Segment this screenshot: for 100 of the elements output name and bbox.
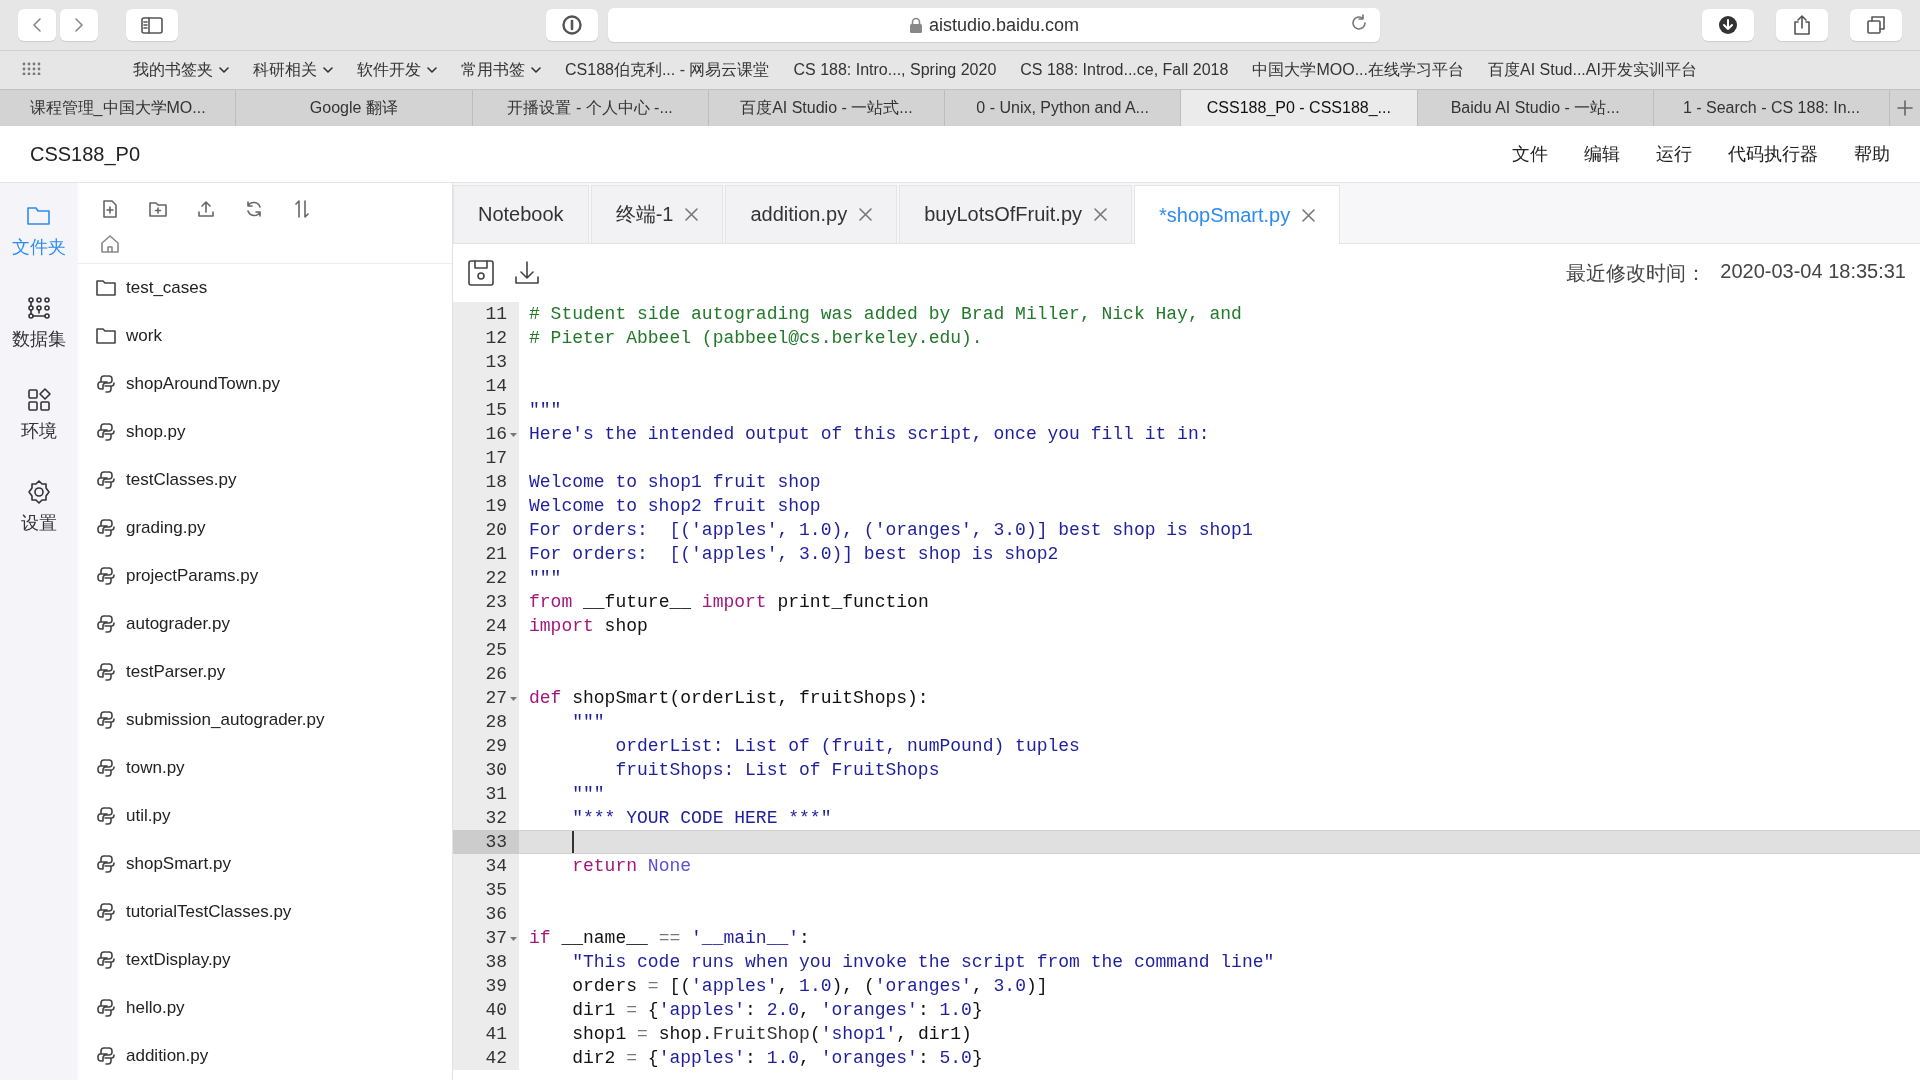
editor-tab[interactable]: buyLotsOfFruit.py	[899, 185, 1132, 243]
file-item[interactable]: grading.py	[78, 504, 452, 552]
apps-grid-icon[interactable]	[22, 62, 41, 75]
fold-arrow-icon[interactable]	[510, 433, 517, 437]
menu-item[interactable]: 编辑	[1548, 142, 1620, 166]
close-icon[interactable]	[1094, 208, 1107, 221]
project-title: CSS188_P0	[30, 142, 141, 166]
line-number: 38	[485, 952, 507, 972]
chevron-down-icon	[323, 66, 333, 74]
menu-item[interactable]: 帮助	[1818, 142, 1890, 166]
browser-tab[interactable]: CSS188_P0 - CSS188_...	[1181, 90, 1418, 126]
file-item[interactable]: shop.py	[78, 408, 452, 456]
download-button[interactable]	[1702, 9, 1754, 41]
line-number: 13	[485, 352, 507, 372]
upload-icon[interactable]	[196, 199, 216, 219]
file-item[interactable]: addition.py	[78, 1032, 452, 1080]
line-number: 39	[485, 976, 507, 996]
bookmark-folder[interactable]: 我的书签夹	[121, 59, 241, 81]
close-icon[interactable]	[685, 208, 699, 221]
editor-tab[interactable]: 终端-1	[590, 185, 724, 243]
code-line: shop1 = shop.FruitShop('shop1', dir1)	[571, 1024, 972, 1044]
editor-tab[interactable]: addition.py	[725, 185, 898, 243]
file-item[interactable]: projectParams.py	[78, 552, 452, 600]
reload-icon[interactable]	[1350, 13, 1368, 32]
tabs-icon	[1866, 15, 1886, 35]
file-item[interactable]: shopSmart.py	[78, 840, 452, 888]
line-number: 19	[485, 496, 507, 516]
dataset-icon	[26, 295, 52, 321]
refresh-icon[interactable]	[244, 199, 264, 219]
menu-item[interactable]: 文件	[1476, 142, 1548, 166]
line-number: 36	[485, 904, 507, 924]
bookmark-link[interactable]: 百度AI Stud...AI开发实训平台	[1475, 59, 1709, 81]
sidebar-tab[interactable]: 数据集	[4, 295, 74, 351]
tabs-overview-button[interactable]	[1850, 9, 1902, 41]
line-number: 35	[485, 880, 507, 900]
code-line: # Student side autograding was added by Brad Miller, Nick Hay, and	[529, 304, 1242, 324]
file-item[interactable]: testParser.py	[78, 648, 452, 696]
file-item[interactable]: util.py	[78, 792, 452, 840]
new-file-icon[interactable]	[100, 199, 120, 219]
grid-icon	[26, 387, 52, 413]
line-number: 26	[485, 664, 507, 684]
folder-icon	[96, 278, 116, 298]
file-item[interactable]: autograder.py	[78, 600, 452, 648]
code-line: # Pieter Abbeel (pabbeel@cs.berkeley.edu).	[529, 328, 983, 348]
home-icon[interactable]	[100, 234, 120, 254]
editor-tab[interactable]: Notebook	[453, 185, 589, 243]
code-line: """	[571, 712, 605, 732]
address-bar[interactable]: aistudio.baidu.com	[608, 8, 1380, 42]
close-icon[interactable]	[859, 208, 873, 221]
password-button[interactable]	[546, 9, 598, 41]
menu-item[interactable]: 运行	[1620, 142, 1692, 166]
close-icon[interactable]	[1302, 208, 1316, 222]
bookmark-link[interactable]: 中国大学MOO...在线学习平台	[1240, 59, 1476, 81]
file-item[interactable]: testClasses.py	[78, 456, 452, 504]
save-icon[interactable]	[467, 259, 495, 287]
file-item[interactable]: hello.py	[78, 984, 452, 1032]
share-button[interactable]	[1776, 9, 1828, 41]
password-icon	[562, 15, 582, 35]
menu-item[interactable]: 代码执行器	[1692, 142, 1818, 166]
line-number: 42	[485, 1048, 507, 1068]
fold-arrow-icon[interactable]	[510, 697, 517, 701]
python-file-icon	[96, 998, 116, 1018]
bookmark-folder[interactable]: 常用书签	[449, 59, 553, 81]
python-file-icon	[96, 614, 116, 634]
bookmark-folder[interactable]: 科研相关	[241, 59, 345, 81]
line-number: 23	[485, 592, 507, 612]
line-number: 37	[485, 928, 507, 948]
sidebar-tab[interactable]: 环境	[4, 387, 74, 443]
chevron-down-icon	[427, 66, 437, 74]
code-line: For orders: [('apples', 1.0), ('oranges', 3.0)] best shop is shop1	[529, 520, 1253, 540]
line-number: 20	[485, 520, 507, 540]
download-icon	[1718, 15, 1738, 35]
code-line: return None	[571, 856, 692, 876]
bookmark-folder[interactable]: 软件开发	[345, 59, 449, 81]
file-item[interactable]: work	[78, 312, 452, 360]
file-item[interactable]: tutorialTestClasses.py	[78, 888, 452, 936]
sort-icon[interactable]	[292, 199, 312, 219]
file-item[interactable]: submission_autograder.py	[78, 696, 452, 744]
line-number: 30	[485, 760, 507, 780]
bookmark-link[interactable]: CS188伯克利... - 网易云课堂	[553, 59, 782, 81]
python-file-icon	[96, 950, 116, 970]
sidebar-tab[interactable]: 设置	[4, 479, 74, 535]
fold-arrow-icon[interactable]	[510, 937, 517, 941]
plus-icon[interactable]	[1897, 100, 1913, 116]
sidebar-button[interactable]	[126, 9, 178, 41]
bookmark-link[interactable]: CS 188: Introd...ce, Fall 2018	[1008, 61, 1241, 79]
code-line: """	[529, 400, 562, 420]
folder-icon	[96, 326, 116, 346]
file-item[interactable]: shopAroundTown.py	[78, 360, 452, 408]
download-icon[interactable]	[513, 259, 541, 287]
python-file-icon	[96, 1046, 116, 1066]
new-folder-icon[interactable]	[148, 199, 168, 219]
line-number: 25	[485, 640, 507, 660]
file-item[interactable]: test_cases	[78, 264, 452, 312]
bookmark-link[interactable]: CS 188: Intro..., Spring 2020	[781, 61, 1009, 79]
file-item[interactable]: town.py	[78, 744, 452, 792]
url-text: aistudio.baidu.com	[928, 14, 1080, 36]
settings-icon	[26, 479, 52, 505]
code-line: Welcome to shop2 fruit shop	[529, 496, 821, 516]
file-item[interactable]: textDisplay.py	[78, 936, 452, 984]
